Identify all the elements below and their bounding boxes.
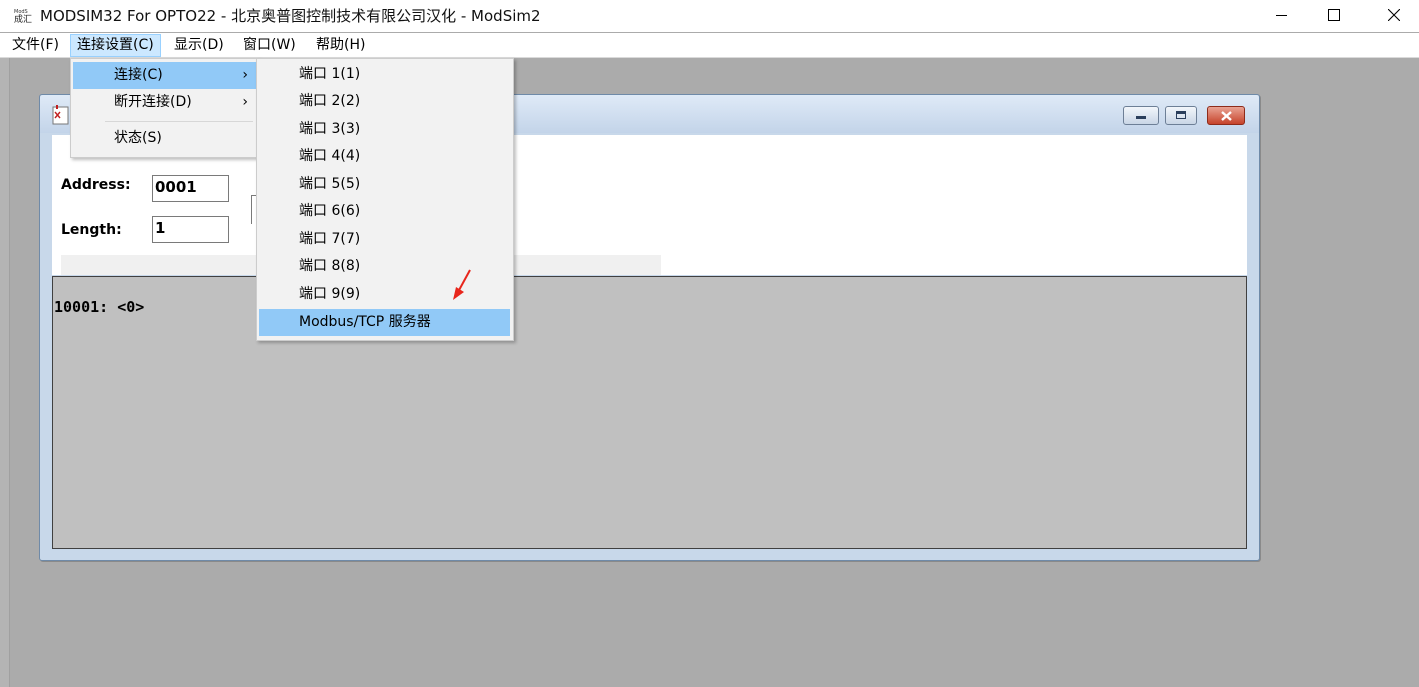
menu-connection-settings[interactable]: 连接设置(C) xyxy=(70,34,161,57)
child-restore-button[interactable] xyxy=(1165,106,1197,125)
menu-display[interactable]: 显示(D) xyxy=(168,35,230,56)
submenu-port-1[interactable]: 端口 1(1) xyxy=(259,61,510,88)
menu-window[interactable]: 窗口(W) xyxy=(237,35,302,56)
menu-bar: 文件(F) 连接设置(C) 显示(D) 窗口(W) 帮助(H) xyxy=(0,33,1419,58)
register-value: 10001: <0> xyxy=(54,298,145,316)
connect-submenu: 端口 1(1) 端口 2(2) 端口 3(3) 端口 4(4) 端口 5(5) … xyxy=(256,58,514,341)
submenu-port-2[interactable]: 端口 2(2) xyxy=(259,88,510,115)
address-label: Address: xyxy=(61,177,131,193)
menu-disconnect[interactable]: 断开连接(D) › xyxy=(73,89,256,116)
submenu-port-3[interactable]: 端口 3(3) xyxy=(259,116,510,143)
maximize-icon xyxy=(1328,9,1340,21)
app-icon-label: 成汇 xyxy=(14,13,32,23)
close-icon xyxy=(1388,9,1400,21)
child-close-button[interactable] xyxy=(1207,106,1245,125)
child-window: Address: 0001 Length: 1 10001: <0> xyxy=(39,94,1260,561)
chevron-right-icon: › xyxy=(242,67,248,83)
left-edge-strip xyxy=(0,58,10,687)
child-minimize-button[interactable] xyxy=(1123,106,1159,125)
menu-file[interactable]: 文件(F) xyxy=(6,35,65,56)
address-input[interactable]: 0001 xyxy=(152,175,229,202)
length-label: Length: xyxy=(61,222,122,238)
minimize-button[interactable] xyxy=(1258,0,1304,30)
close-button[interactable] xyxy=(1371,0,1417,30)
submenu-port-7[interactable]: 端口 7(7) xyxy=(259,226,510,253)
length-input[interactable]: 1 xyxy=(152,216,229,243)
menu-help[interactable]: 帮助(H) xyxy=(310,35,371,56)
menu-separator xyxy=(105,121,253,122)
connection-menu: 连接(C) › 断开连接(D) › 状态(S) xyxy=(70,58,260,158)
document-icon xyxy=(52,105,70,125)
title-bar: ModS 成汇 MODSIM32 For OPTO22 - 北京奥普图控制技术有… xyxy=(0,0,1419,32)
menu-disconnect-label: 断开连接(D) xyxy=(114,94,192,110)
close-icon xyxy=(1221,111,1232,121)
register-display: 10001: <0> xyxy=(52,276,1247,549)
submenu-modbus-tcp-server[interactable]: Modbus/TCP 服务器 xyxy=(259,309,510,336)
submenu-port-4[interactable]: 端口 4(4) xyxy=(259,143,510,170)
menu-status[interactable]: 状态(S) xyxy=(73,125,256,152)
restore-icon xyxy=(1176,111,1186,119)
annotation-arrow-icon xyxy=(453,269,471,300)
submenu-port-5[interactable]: 端口 5(5) xyxy=(259,171,510,198)
chevron-right-icon: › xyxy=(242,94,248,110)
menu-connect-label: 连接(C) xyxy=(114,67,163,83)
maximize-button[interactable] xyxy=(1311,0,1357,30)
submenu-port-6[interactable]: 端口 6(6) xyxy=(259,198,510,225)
minimize-icon xyxy=(1136,116,1146,119)
menu-connect[interactable]: 连接(C) › xyxy=(73,62,256,89)
window-title: MODSIM32 For OPTO22 - 北京奥普图控制技术有限公司汉化 - … xyxy=(40,7,541,25)
minimize-icon xyxy=(1275,14,1287,16)
menu-status-label: 状态(S) xyxy=(114,130,162,146)
app-icon: ModS 成汇 xyxy=(14,7,32,25)
